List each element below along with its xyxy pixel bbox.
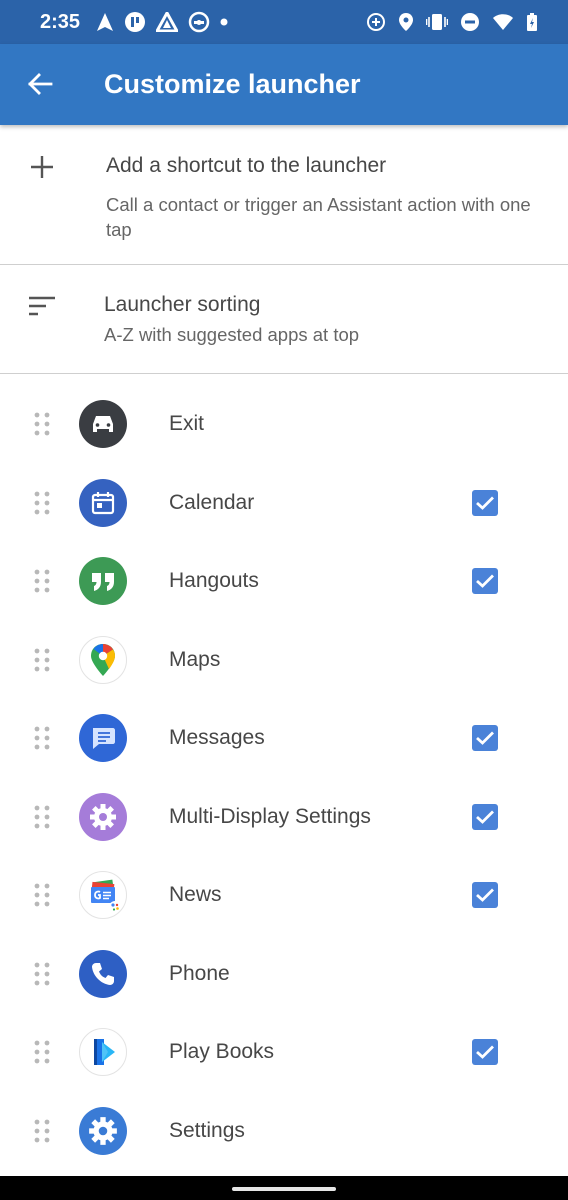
status-icons-right xyxy=(354,10,538,34)
app-label: News xyxy=(169,883,222,906)
data-saver-icon xyxy=(367,13,385,31)
app-label: Settings xyxy=(169,1118,245,1142)
gear-icon xyxy=(79,792,127,841)
phone-icon xyxy=(79,949,127,998)
drag-handle-icon[interactable] xyxy=(33,1119,51,1143)
maps-pin-icon xyxy=(79,635,127,684)
app-bar: Customize launcher xyxy=(0,44,568,125)
dot-icon xyxy=(220,18,228,26)
messages-icon xyxy=(79,714,127,762)
back-button[interactable] xyxy=(22,66,58,102)
drag-handle-icon[interactable] xyxy=(33,412,51,436)
car-icon xyxy=(79,400,127,448)
app-label: Calendar xyxy=(169,490,255,514)
list-item[interactable]: Settings xyxy=(0,1092,568,1171)
list-item[interactable]: Multi-Display Settings xyxy=(0,778,568,857)
list-item[interactable]: Hangouts xyxy=(0,542,568,621)
list-item[interactable]: Exit xyxy=(0,385,568,464)
app-checkbox[interactable] xyxy=(472,882,498,908)
launcher-sorting-subtitle: A-Z with suggested apps at top xyxy=(104,324,360,345)
play-books-icon xyxy=(79,1028,127,1076)
drag-handle-icon[interactable] xyxy=(33,648,51,672)
app-list: Exit Calendar Hangouts Maps Messages Mul… xyxy=(0,385,568,1170)
status-bar: 2:35 xyxy=(0,0,568,44)
list-item[interactable]: News xyxy=(0,856,568,935)
status-time: 2:35 xyxy=(40,11,81,33)
status-icons-left xyxy=(96,10,238,34)
app-label: Hangouts xyxy=(169,569,259,592)
android-auto-icon xyxy=(188,11,210,33)
drag-handle-icon[interactable] xyxy=(33,569,51,593)
app-label: Play Books xyxy=(169,1040,275,1063)
battery-icon xyxy=(527,13,537,31)
app-label: Messages xyxy=(169,726,265,749)
news-icon xyxy=(79,871,127,919)
launcher-sorting-row[interactable]: Launcher sorting A-Z with suggested apps… xyxy=(0,265,568,373)
do-not-disturb-icon xyxy=(461,13,479,31)
sort-icon xyxy=(29,296,55,316)
app-checkbox[interactable] xyxy=(472,725,498,751)
app-label: Multi-Display Settings xyxy=(169,804,371,828)
list-item[interactable]: Messages xyxy=(0,699,568,778)
app-checkbox[interactable] xyxy=(472,568,498,594)
drag-handle-icon[interactable] xyxy=(33,805,51,829)
list-item[interactable]: Play Books xyxy=(0,1013,568,1092)
calendar-icon xyxy=(79,478,127,527)
plus-icon xyxy=(31,156,53,178)
list-item[interactable]: Phone xyxy=(0,935,568,1014)
assistant-icon xyxy=(156,12,178,32)
app-checkbox[interactable] xyxy=(472,803,498,830)
wifi-icon xyxy=(493,14,513,30)
drag-handle-icon[interactable] xyxy=(33,726,51,750)
add-shortcut-subtitle: Call a contact or trigger an Assistant a… xyxy=(106,194,531,240)
drag-handle-icon[interactable] xyxy=(33,962,51,986)
app-checkbox[interactable] xyxy=(472,489,498,516)
notification-icon xyxy=(125,12,145,32)
divider xyxy=(0,373,568,374)
list-item[interactable]: Maps xyxy=(0,621,568,700)
navigation-icon xyxy=(97,13,113,31)
app-label: Exit xyxy=(169,412,205,435)
page-title: Customize launcher xyxy=(104,69,361,99)
list-item[interactable]: Calendar xyxy=(0,464,568,543)
arrow-back-icon xyxy=(28,73,53,95)
drag-handle-icon[interactable] xyxy=(33,883,51,907)
vibrate-icon xyxy=(426,14,448,30)
app-checkbox[interactable] xyxy=(472,1039,498,1065)
add-shortcut-row[interactable]: Add a shortcut to the launcher Call a co… xyxy=(0,125,568,264)
app-label: Maps xyxy=(169,647,221,671)
drag-handle-icon[interactable] xyxy=(33,491,51,515)
home-gesture-handle[interactable] xyxy=(232,1187,336,1191)
add-shortcut-title: Add a shortcut to the launcher xyxy=(106,154,387,177)
location-icon xyxy=(399,13,413,31)
hangouts-icon xyxy=(79,557,127,605)
app-label: Phone xyxy=(169,961,230,985)
settings-gear-icon xyxy=(79,1106,127,1155)
drag-handle-icon[interactable] xyxy=(33,1040,51,1064)
navigation-bar xyxy=(0,1176,568,1200)
launcher-sorting-title: Launcher sorting xyxy=(104,293,261,316)
